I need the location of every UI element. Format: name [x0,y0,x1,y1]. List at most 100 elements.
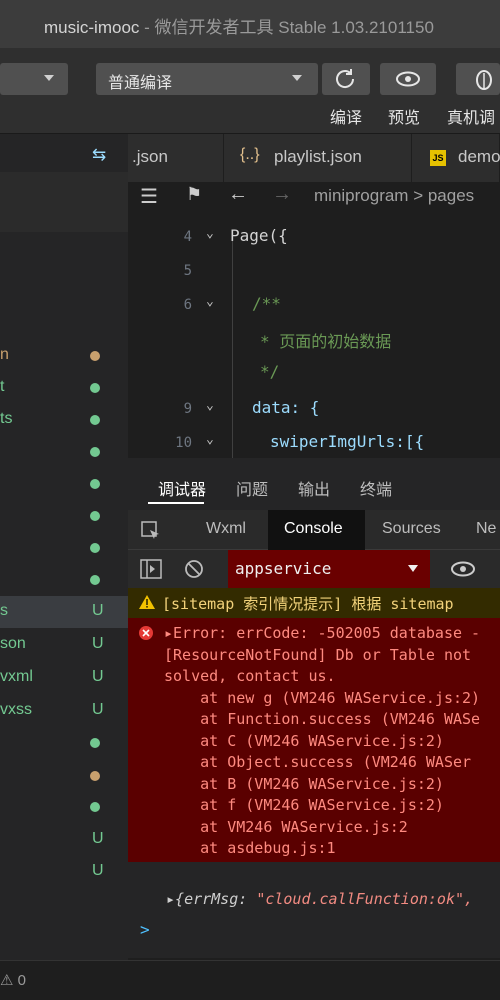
project-dropdown[interactable] [0,63,68,95]
list-item[interactable]: t [0,372,128,404]
chevron-down-icon [44,75,54,81]
debugger-tab[interactable]: 输出 [298,476,330,500]
error-line: at f (VM246 WAService.js:2) [164,796,444,814]
list-item[interactable] [0,436,128,468]
forward-arrow-icon[interactable]: → [272,183,292,206]
compile-label: 编译 [330,110,363,127]
compile-mode-select[interactable]: 普通编译 [96,63,318,95]
clear-console-icon[interactable] [184,559,204,579]
indent-guide [232,236,233,458]
list-icon[interactable]: ☰ [140,184,158,209]
chevron-down-icon [292,75,302,81]
list-item[interactable] [0,791,128,823]
title-bar: music-imooc - 微信开发者工具 Stable 1.03.210115… [0,0,500,48]
list-item[interactable]: sU [0,596,128,628]
tab-json[interactable]: ⇆ .json [92,134,224,182]
code-line[interactable]: swiperImgUrls:[{ [270,432,424,451]
context-select[interactable]: appservice [228,550,430,588]
fold-chevron-icon[interactable]: ⌄ [206,226,214,241]
braces-icon: {..} [240,146,260,163]
code-line[interactable]: data: { [252,398,319,417]
fold-chevron-icon[interactable]: ⌄ [206,398,214,413]
file-name: son [0,635,26,652]
toolbar: 普通编译 [0,48,500,134]
error-line: [ResourceNotFound] Db or Table not [164,645,472,664]
list-item[interactable] [0,760,128,792]
fold-chevron-icon[interactable]: ⌄ [206,432,214,447]
list-item[interactable]: ts [0,404,128,436]
code-line[interactable]: * 页面的初始数据 [260,328,391,352]
inspect-icon[interactable] [140,520,162,542]
line-number: 5 [183,263,192,279]
file-name: s [0,602,8,619]
breadcrumb: ☰ ⚑ ← → miniprogram > pages [128,182,500,212]
tab-demo[interactable]: JS demo [412,134,500,182]
list-item[interactable]: n [0,340,128,372]
list-item[interactable]: U [0,824,128,856]
git-status-badge: U [92,602,104,619]
json-icon: ⇆ [92,145,107,164]
js-icon: JS [430,150,446,166]
line-number: 6 [183,297,192,313]
code-line[interactable]: /** [252,294,281,313]
code-editor[interactable]: 4 ⌄ Page({5 6 ⌄ /** * 页面的初始数据 */ 9 ⌄ data: {10 ⌄ swi… [128,212,500,458]
list-item[interactable] [0,727,128,759]
debugger-tab[interactable]: 终端 [360,476,392,500]
git-status-dot [90,351,100,361]
real-device-debug-button[interactable] [456,63,500,95]
bookmark-icon[interactable]: ⚑ [186,184,202,205]
list-item[interactable]: son U [0,629,128,661]
breadcrumb-path[interactable]: miniprogram > pages [314,186,474,206]
eye-icon[interactable] [450,560,476,578]
preview-button[interactable] [380,63,436,95]
list-item[interactable] [0,532,128,564]
error-icon [139,626,153,640]
git-status-dot [90,738,100,748]
devtools-subtab[interactable]: Console [284,520,343,538]
devtools-subtab[interactable]: Sources [382,520,441,538]
problems-count[interactable]: ⚠ 0 [0,971,26,989]
list-item[interactable] [0,468,128,500]
error-line: at asdebug.js:1 [164,839,336,857]
fold-chevron-icon[interactable]: ⌄ [206,294,214,309]
explorer-section-header [0,172,128,232]
eye-icon [396,71,420,87]
active-tab-indicator [148,502,204,504]
debugger-panel: 调试器 问题 输出 终端 Wxml Console Sources Ne appservic… [128,458,500,958]
list-item[interactable]: U [0,856,128,888]
error-line: at Object.success (VM246 WASer [164,753,472,771]
git-status-dot [90,802,100,812]
log-object[interactable]: ▸{errMsg: "cloud.callFunction:ok", [166,890,473,908]
list-item[interactable]: vxss U [0,695,128,727]
log-message[interactable]: ▸{errMsg: "cloud.callFunction:ok", [128,886,500,914]
git-status-dot [90,479,100,489]
git-status-dot [90,447,100,457]
compile-button[interactable] [322,63,370,95]
code-line[interactable]: Page({ [230,226,288,245]
devtools-subtab[interactable]: Ne [476,520,496,538]
back-arrow-icon[interactable]: ← [228,183,248,206]
list-item[interactable]: vxml U [0,662,128,694]
file-explorer: ... nttssUsonUvxmlUvxssUUU [0,134,128,960]
git-status-dot [90,543,100,553]
list-item[interactable] [0,500,128,532]
error-message: ▸Error: errCode: -502005 database - [Reso… [128,618,500,862]
file-name: n [0,346,9,363]
sidebar-toggle-icon[interactable] [140,559,162,579]
bug-icon [476,70,492,90]
git-status-dot [90,415,100,425]
git-status-dot [90,575,100,585]
console-toolbar: appservice [128,550,500,588]
list-item[interactable] [0,564,128,596]
console-prompt[interactable]: > [140,920,150,939]
git-status-badge: U [92,635,104,652]
code-line[interactable]: */ [260,362,279,381]
debugger-tab[interactable]: 调试器 [158,476,206,500]
warning-icon [139,595,155,609]
file-name: vxss [0,701,32,718]
real-debug-label: 真机调 [447,110,496,127]
debugger-tab[interactable]: 问题 [236,476,268,500]
tab-playlist-json[interactable]: {..} playlist.json [224,134,412,182]
devtools-subtab[interactable]: Wxml [206,520,246,538]
error-line: at new g (VM246 WAService.js:2) [164,688,481,707]
